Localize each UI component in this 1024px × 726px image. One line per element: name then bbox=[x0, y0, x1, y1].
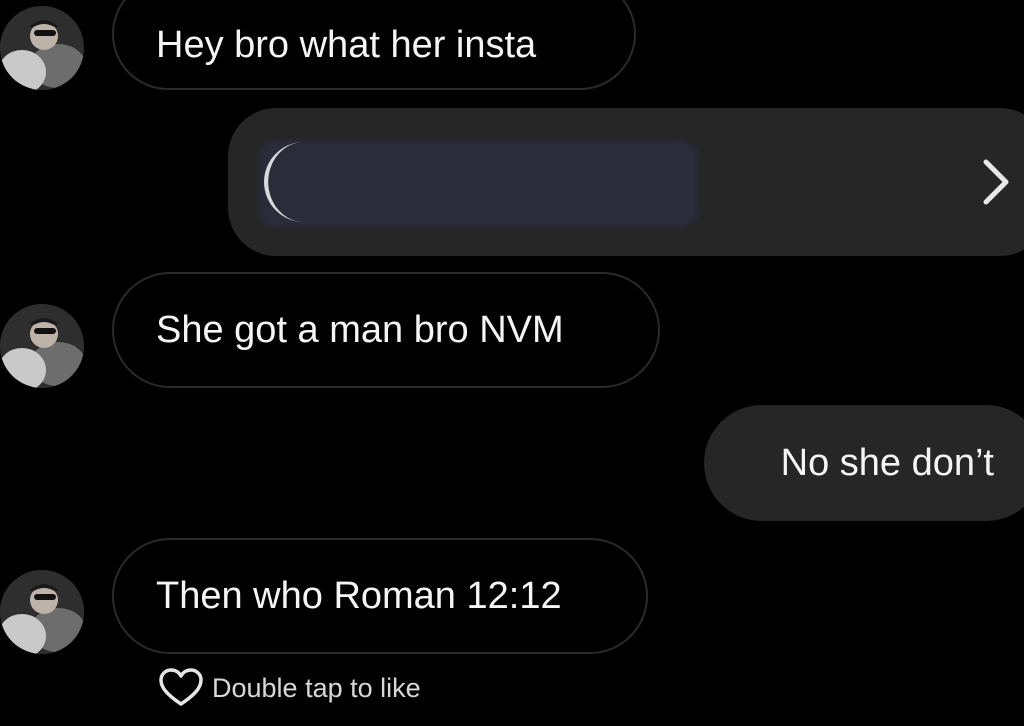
outgoing-message[interactable]: No she don’t bbox=[704, 405, 1024, 521]
avatar[interactable] bbox=[0, 570, 84, 654]
like-hint-label: Double tap to like bbox=[212, 672, 421, 703]
message-text: She got a man bro NVM bbox=[156, 309, 564, 351]
shared-post-preview bbox=[258, 140, 698, 228]
incoming-message[interactable]: She got a man bro NVM bbox=[112, 272, 660, 388]
double-tap-like-hint[interactable]: Double tap to like bbox=[158, 668, 421, 708]
incoming-message[interactable]: Hey bro what her insta bbox=[112, 0, 636, 90]
avatar[interactable] bbox=[0, 6, 84, 90]
crescent-icon bbox=[264, 142, 304, 222]
message-text: No she don’t bbox=[780, 441, 994, 484]
chevron-right-icon[interactable] bbox=[978, 156, 1014, 208]
shared-post-card[interactable] bbox=[228, 108, 1024, 256]
avatar[interactable] bbox=[0, 304, 84, 388]
heart-outline-icon[interactable] bbox=[158, 668, 204, 708]
incoming-message[interactable]: Then who Roman 12:12 bbox=[112, 538, 648, 654]
message-text: Hey bro what her insta bbox=[156, 24, 537, 66]
message-text: Then who Roman 12:12 bbox=[156, 575, 562, 617]
